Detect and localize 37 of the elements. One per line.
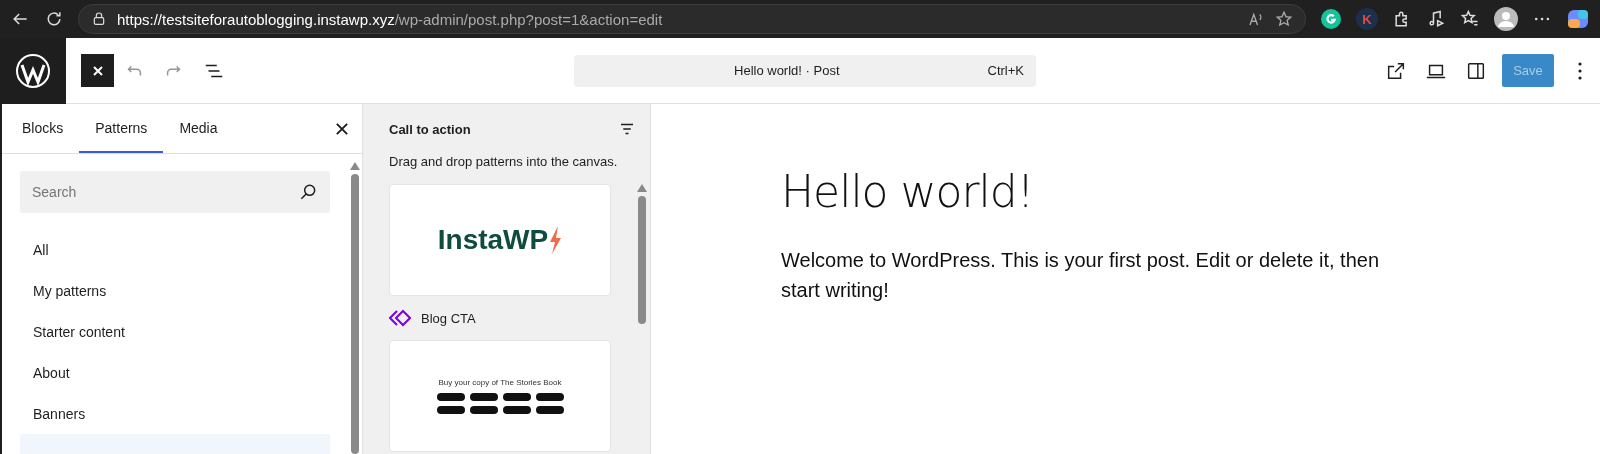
- post-body[interactable]: Welcome to WordPress. This is your first post. Edit or delete it, then start writing!: [781, 245, 1401, 305]
- scroll-up-icon[interactable]: [637, 184, 647, 192]
- scrollbar[interactable]: [634, 184, 650, 324]
- command-bar[interactable]: Hello world! · Post Ctrl+K: [574, 54, 1036, 87]
- avatar-icon[interactable]: [1494, 7, 1518, 31]
- copilot-icon[interactable]: [1566, 7, 1590, 31]
- grammar-icon[interactable]: [1320, 8, 1342, 30]
- scroll-up-icon[interactable]: [350, 162, 360, 170]
- lock-icon[interactable]: [91, 11, 107, 27]
- wordpress-logo[interactable]: [0, 37, 66, 104]
- pattern-name: Blog CTA: [421, 310, 476, 326]
- inserter-tab[interactable]: Patterns: [79, 104, 164, 153]
- url-text: https://testsiteforautoblogging.instawp.xyz/wp-admin/post.php?post=1&action=edit: [117, 10, 664, 28]
- more-icon: [1578, 61, 1582, 80]
- pattern-preview[interactable]: InstaWP: [389, 184, 611, 296]
- search-icon: [298, 182, 318, 202]
- close-button[interactable]: [81, 54, 114, 87]
- pattern-heading: Buy your copy of The Stories Book: [438, 378, 562, 387]
- address-bar[interactable]: https://testsiteforautoblogging.instawp.xyz/wp-admin/post.php?post=1&action=edit: [78, 4, 1306, 34]
- star-icon[interactable]: [1275, 10, 1293, 28]
- search-field[interactable]: Search: [20, 171, 330, 213]
- category-item[interactable]: My patterns: [20, 270, 330, 311]
- category-item[interactable]: Banners: [20, 393, 330, 434]
- inserter-tab[interactable]: Blocks: [6, 104, 80, 153]
- music-icon[interactable]: [1426, 9, 1446, 29]
- inserter-tab[interactable]: Media: [163, 104, 234, 153]
- bolt-icon: [548, 226, 563, 254]
- close-icon: [90, 63, 105, 78]
- category-item[interactable]: Starter content: [20, 311, 330, 352]
- category-item[interactable]: About: [20, 352, 330, 393]
- logo-text: InstaWP: [437, 224, 563, 256]
- panel-title: Call to action: [389, 121, 471, 137]
- pattern-preview[interactable]: Buy your copy of The Stories Book: [389, 340, 611, 452]
- panel-hint: Drag and drop patterns into the canvas.: [389, 154, 619, 169]
- favorites-icon[interactable]: [1460, 9, 1480, 29]
- category-item[interactable]: All: [20, 229, 330, 270]
- post-title[interactable]: Hello world!: [781, 166, 1600, 217]
